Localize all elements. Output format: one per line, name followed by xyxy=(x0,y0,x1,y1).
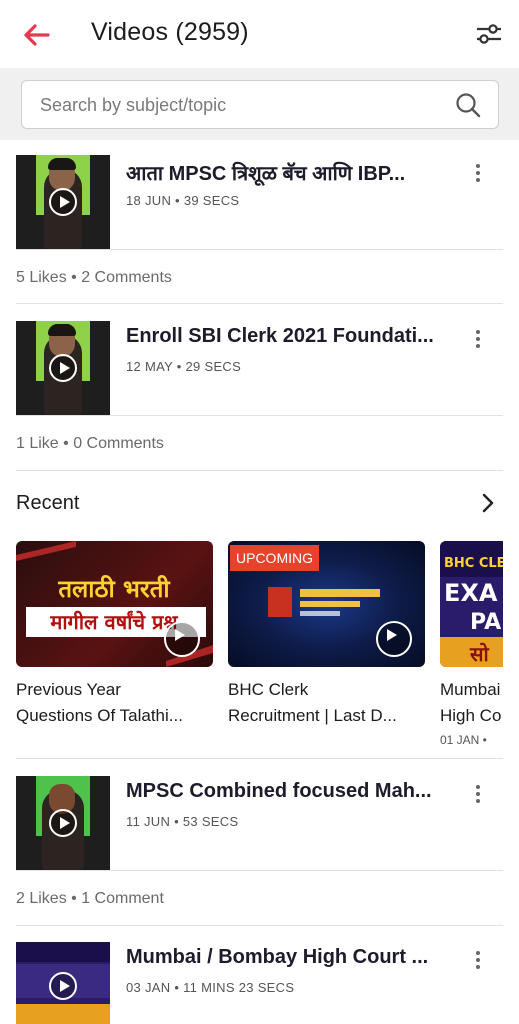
video-stats: 2 Likes • 1 Comment xyxy=(16,890,164,907)
card-title-line2[interactable]: Questions Of Talathi... xyxy=(16,703,213,729)
play-icon[interactable] xyxy=(376,621,412,657)
svg-text:BHC CLER: BHC CLER xyxy=(444,556,503,571)
video-meta: 12 MAY • 29 SECS xyxy=(126,359,242,374)
svg-text:सो: सो xyxy=(469,642,490,666)
more-vert-icon[interactable] xyxy=(472,784,484,804)
video-stats: 5 Likes • 2 Comments xyxy=(16,269,172,286)
card-thumbnail[interactable]: तलाठी भरती मागील वर्षांचे प्रश्न xyxy=(16,541,213,667)
video-thumbnail[interactable] xyxy=(16,942,110,1024)
video-title[interactable]: आता MPSC त्रिशूळ बॅच आणि IBP... xyxy=(126,159,456,186)
search-input[interactable]: Search by subject/topic xyxy=(21,80,499,129)
video-item[interactable]: Mumbai / Bombay High Court ... 03 JAN • … xyxy=(16,942,503,1024)
video-meta: 03 JAN • 11 MINS 23 SECS xyxy=(126,980,295,995)
card-title-line1[interactable]: Mumbai xyxy=(440,677,503,703)
status-badge: UPCOMING xyxy=(230,545,319,571)
video-thumbnail[interactable] xyxy=(16,776,110,870)
recent-heading: Recent xyxy=(16,492,80,514)
video-meta: 11 JUN • 53 SECS xyxy=(126,814,239,829)
play-icon[interactable] xyxy=(49,809,77,837)
divider xyxy=(16,925,503,926)
page-title: Videos (2959) xyxy=(91,18,249,46)
card-title-line2[interactable]: High Co xyxy=(440,703,503,729)
divider xyxy=(16,415,503,416)
app-header: Videos (2959) xyxy=(0,0,519,68)
card-meta: 01 JAN • xyxy=(440,733,487,747)
svg-text:तलाठी भरती: तलाठी भरती xyxy=(57,575,170,603)
card-thumbnail[interactable]: BHC CLER EXA PA सो xyxy=(440,541,503,667)
chevron-right-icon[interactable] xyxy=(480,492,496,514)
filter-icon[interactable] xyxy=(474,20,504,48)
card-title-line1[interactable]: Previous Year xyxy=(16,677,213,703)
video-title[interactable]: Enroll SBI Clerk 2021 Foundati... xyxy=(126,325,456,348)
svg-text:EXA: EXA xyxy=(444,579,498,607)
divider xyxy=(16,758,503,759)
search-icon[interactable] xyxy=(454,91,482,119)
play-icon[interactable] xyxy=(49,972,77,1000)
more-vert-icon[interactable] xyxy=(472,329,484,349)
divider xyxy=(16,303,503,304)
divider xyxy=(16,249,503,250)
card-thumbnail[interactable]: UPCOMING xyxy=(228,541,425,667)
video-stats: 1 Like • 0 Comments xyxy=(16,435,164,452)
video-meta: 18 JUN • 39 SECS xyxy=(126,193,240,208)
play-icon[interactable] xyxy=(49,188,77,216)
svg-text:PA: PA xyxy=(470,610,501,635)
play-icon[interactable] xyxy=(49,354,77,382)
more-vert-icon[interactable] xyxy=(472,950,484,970)
card-title-line2[interactable]: Recruitment | Last D... xyxy=(228,703,425,729)
video-item[interactable]: Enroll SBI Clerk 2021 Foundati... 12 MAY… xyxy=(16,321,503,415)
recent-card[interactable]: BHC CLER EXA PA सो Mumbai High Co 01 JAN… xyxy=(440,541,503,761)
divider xyxy=(16,870,503,871)
video-title[interactable]: Mumbai / Bombay High Court ... xyxy=(126,946,456,969)
video-thumbnail[interactable] xyxy=(16,321,110,415)
svg-text:मागील वर्षांचे प्रश्न: मागील वर्षांचे प्रश्न xyxy=(49,610,178,634)
video-item[interactable]: MPSC Combined focused Mah... 11 JUN • 53… xyxy=(16,776,503,870)
card-title-line1[interactable]: BHC Clerk xyxy=(228,677,425,703)
search-placeholder: Search by subject/topic xyxy=(40,95,227,115)
back-arrow-icon[interactable] xyxy=(22,22,50,48)
video-title[interactable]: MPSC Combined focused Mah... xyxy=(126,780,456,803)
more-vert-icon[interactable] xyxy=(472,163,484,183)
video-item[interactable]: आता MPSC त्रिशूळ बॅच आणि IBP... 18 JUN •… xyxy=(16,155,503,249)
divider xyxy=(16,470,503,471)
play-icon[interactable] xyxy=(164,621,200,657)
video-thumbnail[interactable] xyxy=(16,155,110,249)
